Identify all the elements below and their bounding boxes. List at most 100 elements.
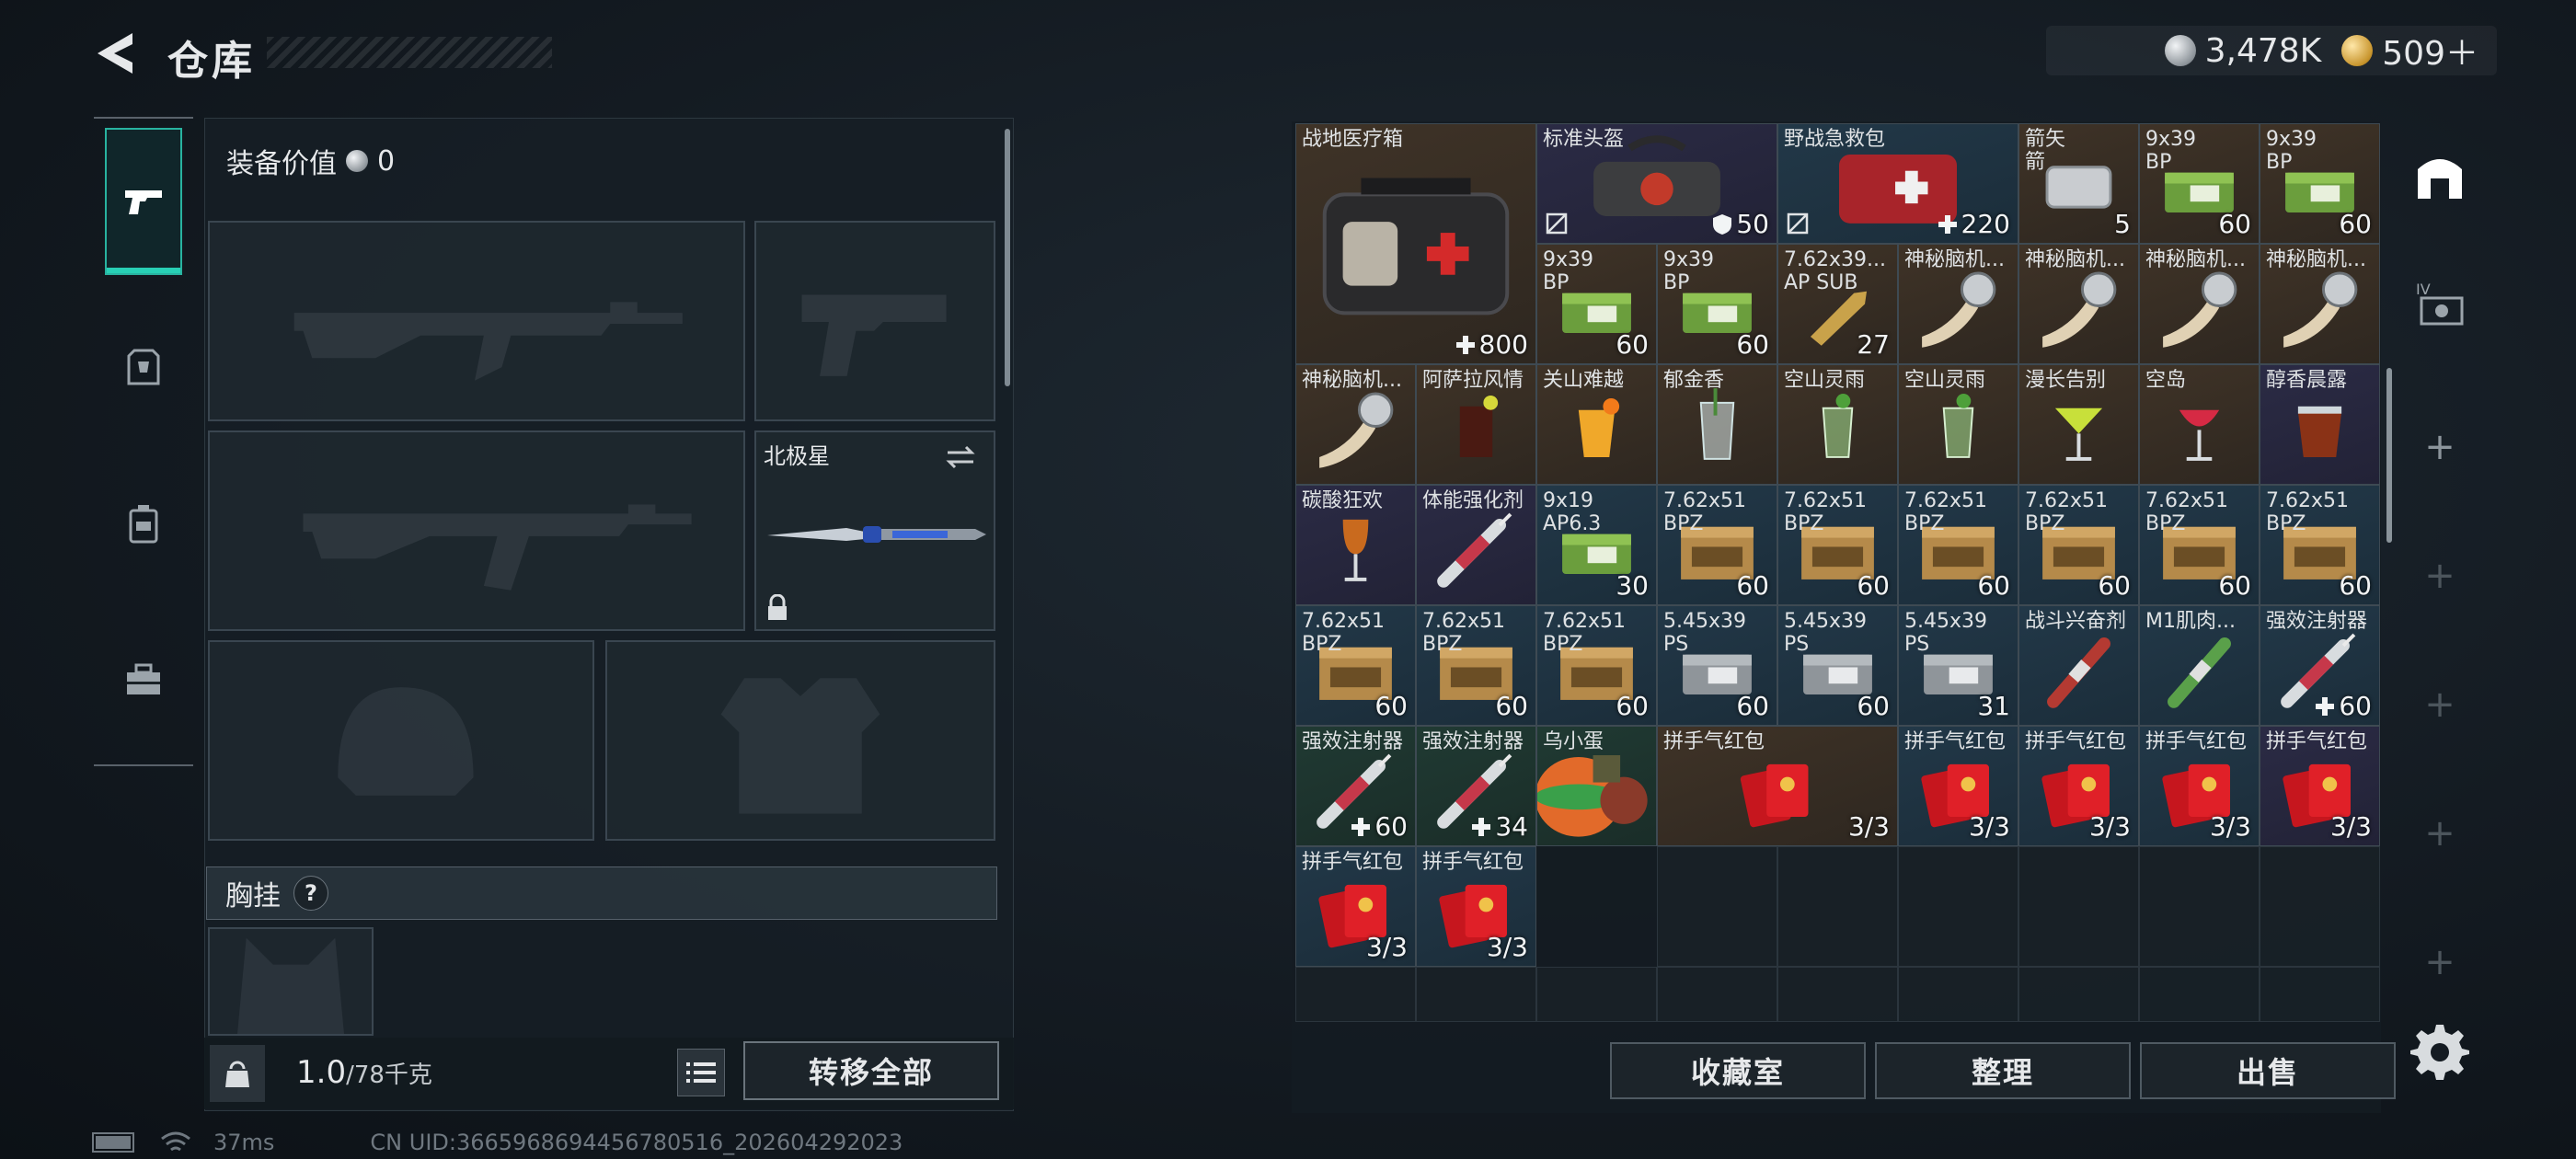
stash-item[interactable]: 拼手气红包 3/3 bbox=[1295, 846, 1416, 967]
add-stash-tab-button[interactable]: + bbox=[2403, 797, 2477, 870]
empty-slot[interactable] bbox=[2260, 967, 2380, 1022]
add-stash-tab-button[interactable]: + bbox=[2403, 668, 2477, 741]
secondary-weapon-slot[interactable] bbox=[754, 221, 995, 421]
stash-item[interactable]: 5.45x39 PS 60 bbox=[1657, 605, 1777, 726]
stash-item[interactable]: 7.62x51 BPZ 60 bbox=[2260, 485, 2380, 605]
stash-item[interactable]: M1肌肉... bbox=[2139, 605, 2260, 726]
empty-slot[interactable] bbox=[2018, 846, 2139, 967]
stash-item[interactable]: 乌小蛋 bbox=[1536, 726, 1657, 846]
empty-slot[interactable] bbox=[1657, 967, 1777, 1022]
stash-item[interactable]: 拼手气红包 3/3 bbox=[2139, 726, 2260, 846]
equipment-scrollbar[interactable] bbox=[1005, 129, 1010, 386]
tab-backpack[interactable] bbox=[105, 450, 182, 597]
transfer-all-button[interactable]: 转移全部 bbox=[743, 1041, 999, 1100]
stash-scrollbar[interactable] bbox=[2386, 368, 2392, 543]
stash-item[interactable]: 空山灵雨 bbox=[1777, 364, 1898, 485]
stash-item[interactable]: 野战急救包 220 bbox=[1777, 123, 2018, 244]
stash-item[interactable]: 9x39 BP 60 bbox=[1657, 244, 1777, 364]
tab-toolbox[interactable] bbox=[105, 606, 182, 753]
empty-slot[interactable] bbox=[2139, 846, 2260, 967]
stash-item[interactable]: 神秘脑机... bbox=[2260, 244, 2380, 364]
stash-item[interactable]: 阿萨拉风情 bbox=[1416, 364, 1536, 485]
settings-gear-icon[interactable] bbox=[2410, 1021, 2469, 1080]
stash-item[interactable]: 体能强化剂 bbox=[1416, 485, 1536, 605]
empty-slot[interactable] bbox=[1536, 967, 1657, 1022]
stash-item[interactable]: 9x39 BP 60 bbox=[2260, 123, 2380, 244]
stash-item[interactable]: 拼手气红包 3/3 bbox=[2018, 726, 2139, 846]
stash-item[interactable]: 7.62x51 BPZ 60 bbox=[2018, 485, 2139, 605]
empty-slot[interactable] bbox=[1898, 846, 2018, 967]
stash-item[interactable]: 9x39 BP 60 bbox=[1536, 244, 1657, 364]
sell-button[interactable]: 出售 bbox=[2140, 1042, 2396, 1099]
help-icon[interactable]: ? bbox=[293, 876, 328, 911]
swap-icon[interactable] bbox=[942, 443, 979, 471]
stash-item[interactable]: 拼手气红包 3/3 bbox=[2260, 726, 2380, 846]
empty-slot[interactable] bbox=[1898, 967, 2018, 1022]
stash-item[interactable]: 空岛 bbox=[2139, 364, 2260, 485]
stash-item[interactable]: 7.62x51 BPZ 60 bbox=[1536, 605, 1657, 726]
stash-item[interactable]: 箭矢 箭 5 bbox=[2018, 123, 2139, 244]
tab-armor[interactable] bbox=[105, 293, 182, 441]
empty-slot[interactable] bbox=[1295, 967, 1416, 1022]
stash-item[interactable]: 醇香晨露 bbox=[2260, 364, 2380, 485]
empty-slot[interactable] bbox=[2139, 967, 2260, 1022]
stash-item[interactable]: 拼手气红包 3/3 bbox=[1898, 726, 2018, 846]
stash-item[interactable]: 7.62x39... AP SUB 27 bbox=[1777, 244, 1898, 364]
stash-item[interactable]: 拼手气红包 3/3 bbox=[1416, 846, 1536, 967]
empty-slot[interactable] bbox=[1416, 967, 1536, 1022]
stash-item[interactable]: 7.62x51 BPZ 60 bbox=[1657, 485, 1777, 605]
add-stash-tab-button[interactable]: + bbox=[2403, 410, 2477, 484]
stash-item[interactable]: 空山灵雨 bbox=[1898, 364, 2018, 485]
add-stash-tab-button[interactable]: + bbox=[2403, 925, 2477, 999]
stash-item[interactable]: 7.62x51 BPZ 60 bbox=[1777, 485, 1898, 605]
stash-item[interactable]: 7.62x51 BPZ 60 bbox=[1898, 485, 2018, 605]
stash-item[interactable]: 郁金香 bbox=[1657, 364, 1777, 485]
item-count: 60 bbox=[2339, 209, 2372, 239]
stash-item[interactable]: 神秘脑机... bbox=[1295, 364, 1416, 485]
stash-item[interactable]: 关山难越 bbox=[1536, 364, 1657, 485]
empty-slot[interactable] bbox=[2018, 967, 2139, 1022]
body-armor-slot[interactable] bbox=[605, 640, 995, 841]
list-view-button[interactable] bbox=[677, 1049, 725, 1096]
add-stash-tab-button[interactable]: + bbox=[2403, 539, 2477, 613]
stash-item[interactable]: 标准头盔 50 bbox=[1536, 123, 1777, 244]
helmet-slot[interactable] bbox=[208, 640, 594, 841]
stash-item[interactable]: 7.62x51 BPZ 60 bbox=[2139, 485, 2260, 605]
stash-item[interactable]: 神秘脑机... bbox=[1898, 244, 2018, 364]
stash-tab-main[interactable] bbox=[2403, 138, 2477, 212]
stash-item[interactable]: 战斗兴奋剂 bbox=[2018, 605, 2139, 726]
stash-item[interactable]: 9x39 BP 60 bbox=[2139, 123, 2260, 244]
stash-item[interactable]: 战地医疗箱 800 bbox=[1295, 123, 1536, 364]
back-arrow-icon[interactable] bbox=[92, 28, 147, 79]
empty-slot[interactable] bbox=[2260, 846, 2380, 967]
stash-item[interactable]: 神秘脑机... bbox=[2139, 244, 2260, 364]
melee-slot[interactable]: 北极星 bbox=[754, 430, 995, 631]
stash-item[interactable]: 7.62x51 BPZ 60 bbox=[1416, 605, 1536, 726]
stash-item[interactable]: 碳酸狂欢 bbox=[1295, 485, 1416, 605]
stash-item[interactable]: 强效注射器 34 bbox=[1416, 726, 1536, 846]
tab-weapons[interactable] bbox=[105, 128, 182, 275]
empty-slot[interactable] bbox=[1777, 846, 1898, 967]
item-count-value: 60 bbox=[1736, 570, 1769, 601]
empty-slot[interactable] bbox=[1657, 846, 1777, 967]
stash-item[interactable]: 强效注射器 60 bbox=[2260, 605, 2380, 726]
stash-item[interactable]: 强效注射器 60 bbox=[1295, 726, 1416, 846]
item-count-value: 60 bbox=[2218, 570, 2251, 601]
sort-button[interactable]: 整理 bbox=[1875, 1042, 2131, 1099]
coin-balance[interactable]: 3,478K bbox=[2164, 32, 2321, 70]
chest-rig-silhouette-icon bbox=[237, 937, 344, 1034]
ticket-balance[interactable]: 509＋ bbox=[2341, 27, 2478, 75]
stash-item[interactable]: 拼手气红包 3/3 bbox=[1657, 726, 1898, 846]
stash-item[interactable]: 神秘脑机... bbox=[2018, 244, 2139, 364]
primary-weapon-slot[interactable] bbox=[208, 221, 745, 421]
chest-rig-slot[interactable] bbox=[208, 927, 374, 1036]
stash-item[interactable]: 5.45x39 PS 60 bbox=[1777, 605, 1898, 726]
stash-item[interactable]: 5.45x39 PS 31 bbox=[1898, 605, 2018, 726]
secondary-primary-slot[interactable] bbox=[208, 430, 745, 631]
stash-tab-iv[interactable]: IV bbox=[2403, 267, 2477, 340]
empty-slot[interactable] bbox=[1777, 967, 1898, 1022]
collection-room-button[interactable]: 收藏室 bbox=[1610, 1042, 1866, 1099]
stash-item[interactable]: 9x19 AP6.3 30 bbox=[1536, 485, 1657, 605]
stash-item[interactable]: 漫长告别 bbox=[2018, 364, 2139, 485]
stash-item[interactable]: 7.62x51 BPZ 60 bbox=[1295, 605, 1416, 726]
